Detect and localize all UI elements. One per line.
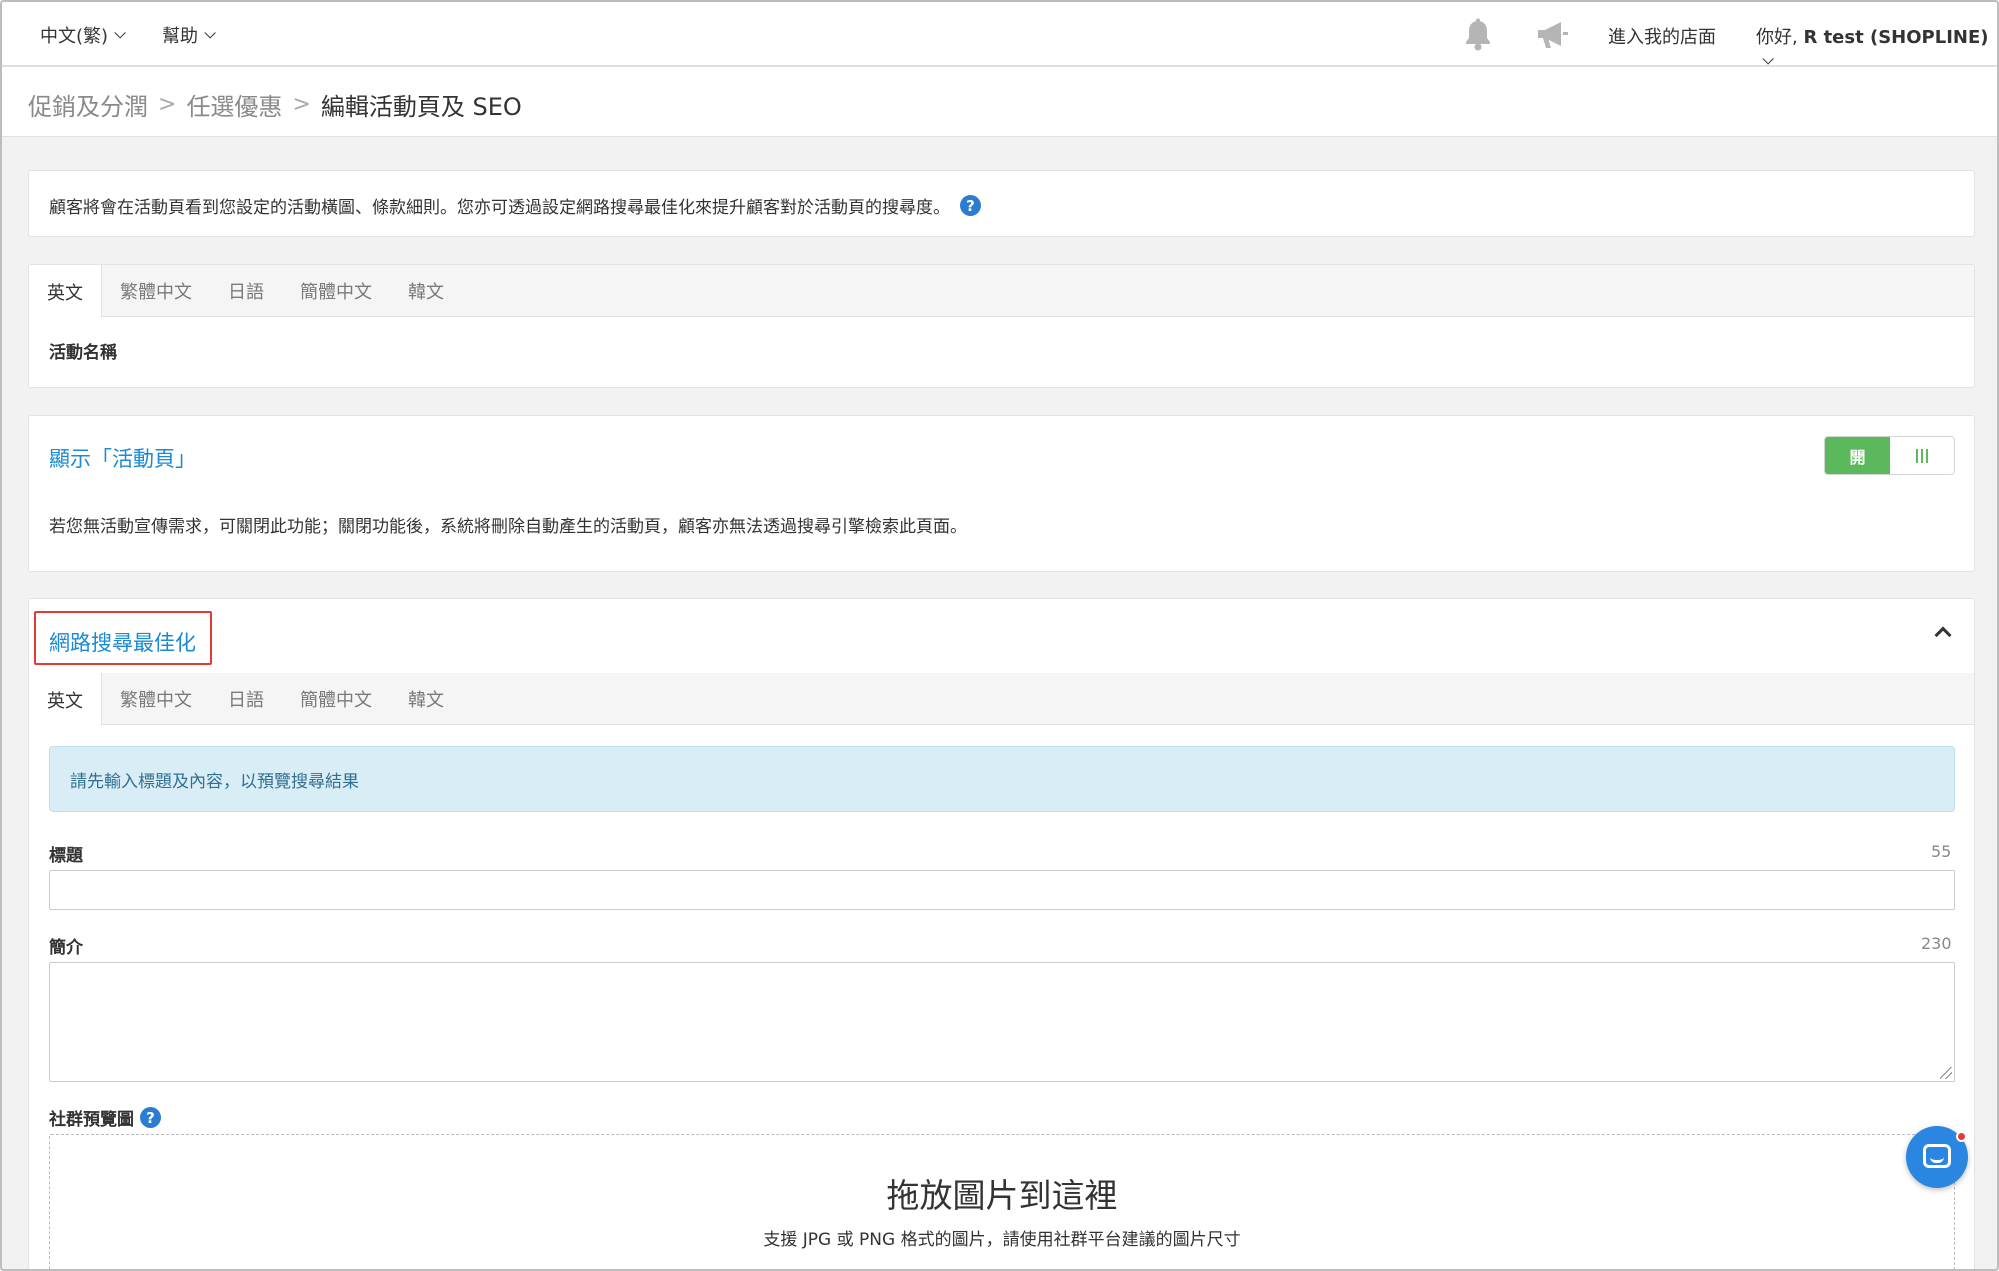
info-text-row: 顧客將會在活動頁看到您設定的活動橫圖、條款細則。您亦可透過設定網路搜尋最佳化來提…: [49, 193, 981, 218]
dropzone-subtitle: 支援 JPG 或 PNG 格式的圖片，請使用社群平台建議的圖片尺寸: [763, 1230, 1241, 1250]
seo-language-tabs: 英文 繁體中文 日語 簡體中文 韓文: [29, 673, 1974, 726]
toggle-on-label: 開: [1825, 437, 1890, 474]
breadcrumb-separator: >: [158, 92, 177, 117]
seo-preview-alert: 請先輸入標題及內容，以預覽搜尋結果: [49, 746, 1955, 812]
seo-intro-textarea[interactable]: [49, 962, 1955, 1082]
social-preview-label-row: 社群預覽圖 ?: [49, 1105, 161, 1130]
tab-traditional-chinese[interactable]: 繁體中文: [102, 673, 210, 725]
greeting: 你好,: [1756, 27, 1804, 48]
breadcrumb-bar: 促銷及分潤 > 任選優惠 > 編輯活動頁及 SEO: [2, 67, 1997, 137]
campaign-name-label: 活動名稱: [49, 343, 117, 363]
help-icon[interactable]: ?: [960, 195, 981, 216]
megaphone-icon[interactable]: [1534, 18, 1570, 52]
tab-korean[interactable]: 韓文: [390, 265, 462, 317]
tab-english[interactable]: 英文: [29, 265, 102, 318]
title-field-label: 標題: [49, 846, 83, 866]
breadcrumb: 促銷及分潤 > 任選優惠 > 編輯活動頁及 SEO: [28, 87, 522, 122]
resize-handle-icon[interactable]: [1940, 1067, 1952, 1079]
chevron-down-icon: [114, 27, 126, 39]
breadcrumb-item-promotions[interactable]: 促銷及分潤: [28, 87, 148, 122]
top-navbar: 中文(繁) 幫助 進入我的店面 你好, R test (SHOPLINE): [2, 2, 1997, 66]
toggle-handle-icon: [1890, 437, 1954, 474]
intro-char-counter: 230: [1921, 934, 1952, 953]
breadcrumb-current: 編輯活動頁及 SEO: [320, 93, 522, 121]
user-name: R test (SHOPLINE): [1803, 27, 1989, 48]
tab-japanese[interactable]: 日語: [210, 673, 282, 725]
tab-japanese[interactable]: 日語: [210, 265, 282, 317]
tab-traditional-chinese[interactable]: 繁體中文: [102, 265, 210, 317]
dropzone-title: 拖放圖片到這裡: [886, 1176, 1118, 1215]
chat-bubble-shape: [1923, 1144, 1951, 1168]
notification-dot: [1956, 1131, 1967, 1142]
language-menu[interactable]: 中文(繁): [40, 22, 126, 48]
tab-korean[interactable]: 韓文: [390, 673, 462, 725]
info-text: 顧客將會在活動頁看到您設定的活動橫圖、條款細則。您亦可透過設定網路搜尋最佳化來提…: [49, 198, 950, 218]
seo-card: 網路搜尋最佳化 英文 繁體中文 日語 簡體中文 韓文 請先輸入標題及內容，以預覽…: [28, 598, 1975, 1269]
help-label: 幫助: [162, 26, 198, 47]
chevron-down-icon: [1762, 53, 1774, 65]
breadcrumb-separator: >: [292, 92, 311, 117]
tab-simplified-chinese[interactable]: 簡體中文: [282, 265, 390, 317]
info-card: 顧客將會在活動頁看到您設定的活動橫圖、條款細則。您亦可透過設定網路搜尋最佳化來提…: [28, 170, 1975, 237]
user-menu[interactable]: 你好, R test (SHOPLINE): [1756, 23, 1997, 70]
seo-title-input[interactable]: [49, 870, 1955, 910]
intro-field-label: 簡介: [49, 938, 83, 958]
title-char-counter: 55: [1931, 842, 1952, 861]
campaign-name-card: 英文 繁體中文 日語 簡體中文 韓文 活動名稱: [28, 264, 1975, 388]
breadcrumb-item-any-offer[interactable]: 任選優惠: [186, 87, 282, 122]
language-label: 中文(繁): [40, 26, 109, 47]
app-window: 中文(繁) 幫助 進入我的店面 你好, R test (SHOPLINE) 促銷…: [0, 0, 1999, 1271]
social-preview-label: 社群預覽圖: [49, 1110, 134, 1130]
display-page-toggle[interactable]: 開: [1824, 436, 1955, 475]
chat-icon[interactable]: [1906, 1126, 1968, 1188]
display-page-title: 顯示「活動頁」: [49, 447, 196, 471]
help-menu[interactable]: 幫助: [162, 22, 216, 48]
image-dropzone[interactable]: 拖放圖片到這裡 支援 JPG 或 PNG 格式的圖片，請使用社群平台建議的圖片尺…: [49, 1134, 1955, 1269]
seo-title: 網路搜尋最佳化: [49, 631, 196, 655]
display-page-description: 若您無活動宣傳需求，可關閉此功能；關閉功能後，系統將刪除自動產生的活動頁，顧客亦…: [49, 517, 967, 537]
language-tabs: 英文 繁體中文 日語 簡體中文 韓文: [29, 265, 1974, 318]
display-page-card: 顯示「活動頁」 開 若您無活動宣傳需求，可關閉此功能；關閉功能後，系統將刪除自動…: [28, 415, 1975, 572]
visit-store-link[interactable]: 進入我的店面: [1608, 23, 1716, 49]
chevron-down-icon: [204, 27, 216, 39]
tab-english[interactable]: 英文: [29, 673, 102, 726]
help-icon[interactable]: ?: [140, 1107, 161, 1128]
collapse-icon[interactable]: [1934, 626, 1952, 644]
bell-icon[interactable]: [1462, 18, 1494, 52]
tab-simplified-chinese[interactable]: 簡體中文: [282, 673, 390, 725]
